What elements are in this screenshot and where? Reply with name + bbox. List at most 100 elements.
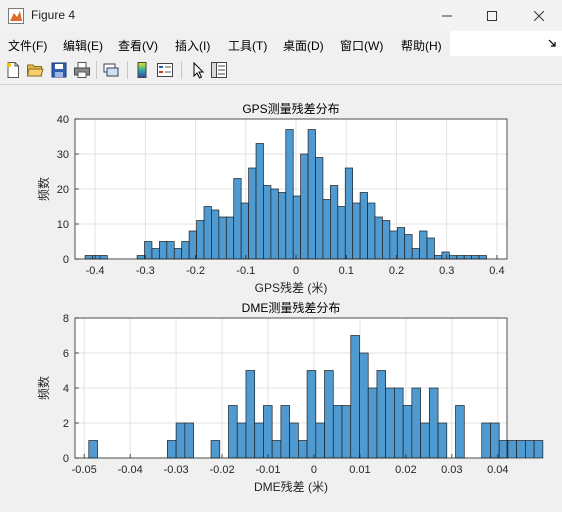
chart2-bar — [324, 370, 334, 459]
menu-help[interactable]: 帮助(H) — [401, 37, 442, 54]
chart1-bar — [434, 255, 443, 260]
chart2-y-tick-label: 6 — [63, 348, 69, 360]
close-button[interactable] — [516, 0, 562, 31]
toolbar — [0, 56, 562, 85]
chart1-bar — [159, 241, 168, 260]
close-icon — [534, 10, 544, 21]
chart1-bar — [151, 248, 160, 260]
chart2-x-tick-label: -0.03 — [164, 464, 189, 476]
chart2-bar — [385, 387, 395, 459]
chart1-x-tick-label: -0.2 — [186, 265, 205, 277]
chart2-bar — [175, 422, 186, 459]
chart2-bar — [367, 387, 378, 459]
chart1-bar — [173, 248, 183, 260]
chart2-bar — [394, 387, 404, 459]
save-icon[interactable] — [50, 61, 68, 79]
chart1-bar — [203, 206, 212, 260]
toolbar-separator — [127, 61, 128, 79]
maximize-button[interactable] — [469, 0, 515, 31]
pointer-icon[interactable] — [189, 61, 207, 79]
open-file-icon[interactable] — [26, 61, 44, 79]
chart2-bar — [306, 370, 317, 459]
colorbar-icon[interactable] — [133, 61, 151, 79]
menu-view[interactable]: 查看(V) — [118, 37, 158, 54]
chart2-x-tick-label: -0.04 — [118, 464, 143, 476]
chart1-x-axis-label: GPS残差 (米) — [255, 281, 328, 295]
legend-icon[interactable] — [156, 61, 174, 79]
chart2-bar — [271, 440, 282, 459]
dock-arrow-icon[interactable] — [548, 39, 557, 48]
chart1-bar — [211, 209, 220, 260]
chart2-y-tick-label: 8 — [63, 313, 69, 325]
chart1-bar — [307, 129, 316, 260]
chart2-bar — [411, 387, 421, 459]
toolbar-separator — [96, 61, 97, 79]
chart1-bar — [396, 227, 406, 260]
chart2-bar — [402, 405, 413, 459]
chart1-y-tick-label: 10 — [57, 219, 69, 231]
chart2-bar — [516, 440, 526, 459]
chart1-bar — [270, 188, 279, 260]
chart2-bar — [490, 422, 500, 459]
minimize-button[interactable] — [424, 0, 470, 31]
chart2-bar — [245, 370, 256, 459]
matlab-figure-icon — [8, 8, 24, 24]
menu-insert[interactable]: 插入(I) — [175, 37, 210, 54]
chart2-x-tick-label: 0.04 — [487, 464, 508, 476]
chart1-bar — [337, 206, 346, 260]
chart2-bar — [350, 335, 360, 459]
chart1-y-tick-label: 40 — [57, 114, 69, 126]
chart2-bar — [263, 405, 273, 459]
menu-edit[interactable]: 编辑(E) — [63, 37, 103, 54]
print-icon[interactable] — [73, 61, 91, 79]
chart1-bar — [233, 178, 242, 260]
chart1-y-axis-label: 频数 — [36, 177, 51, 201]
chart2-y-tick-label: 4 — [63, 383, 69, 395]
chart2-x-tick-label: 0.02 — [395, 464, 416, 476]
chart1-bar — [322, 199, 331, 260]
chart2-x-axis-label: DME残差 (米) — [254, 480, 328, 494]
maximize-icon — [487, 10, 497, 21]
chart1-bar — [404, 234, 413, 260]
minimize-icon — [442, 15, 452, 16]
new-figure-icon[interactable] — [4, 61, 22, 79]
chart1-bar — [441, 251, 450, 260]
menu-desktop[interactable]: 桌面(D) — [283, 37, 324, 54]
property-inspector-icon[interactable] — [210, 61, 228, 79]
chart2-x-tick-label: 0.03 — [441, 464, 462, 476]
figure-plots: -0.4 -0.3 -0.2 -0.1 0 0.1 0.2 0.3 0.4010203040GP… — [36, 102, 544, 494]
chart2-title: DME测量残差分布 — [242, 301, 341, 315]
chart2-bar — [280, 405, 290, 459]
chart2-y-tick-label: 2 — [63, 418, 69, 430]
chart1-bar — [285, 129, 294, 260]
chart1-bar — [352, 202, 361, 260]
chart2-bar — [525, 440, 535, 459]
chart1-x-tick-label: 0.2 — [389, 265, 404, 277]
chart2-bar — [455, 405, 465, 459]
window-title: Figure 4 — [31, 8, 76, 22]
chart2-bar — [184, 422, 194, 459]
chart2-bar — [315, 422, 325, 459]
menu-window[interactable]: 窗口(W) — [340, 37, 383, 54]
menu-tools[interactable]: 工具(T) — [228, 37, 267, 54]
chart1-bar — [181, 241, 190, 260]
chart1-bar — [292, 195, 301, 260]
chart1-bar — [188, 230, 197, 260]
chart2-bar — [507, 440, 518, 459]
chart1-bar — [240, 202, 249, 260]
chart1-bar — [196, 220, 205, 260]
menu-file[interactable]: 文件(F) — [8, 37, 47, 54]
chart2-bar — [420, 422, 430, 459]
link-plot-icon[interactable] — [102, 61, 120, 79]
chart2-y-axis-label: 频数 — [36, 376, 51, 400]
chart1-x-tick-label: 0.4 — [489, 265, 504, 277]
title-bar: Figure 4 — [0, 0, 562, 31]
chart1-bar — [456, 255, 465, 260]
chart2-x-tick-label: 0 — [311, 464, 317, 476]
chart2-bar — [210, 440, 221, 459]
chart1-bar — [448, 255, 458, 260]
toolbar-separator — [181, 61, 182, 79]
chart1-bar — [218, 216, 227, 260]
chart1-bar — [255, 143, 264, 260]
menu-bar: 文件(F) 编辑(E) 查看(V) 插入(I) 工具(T) 桌面(D) 窗口(W… — [0, 31, 562, 56]
